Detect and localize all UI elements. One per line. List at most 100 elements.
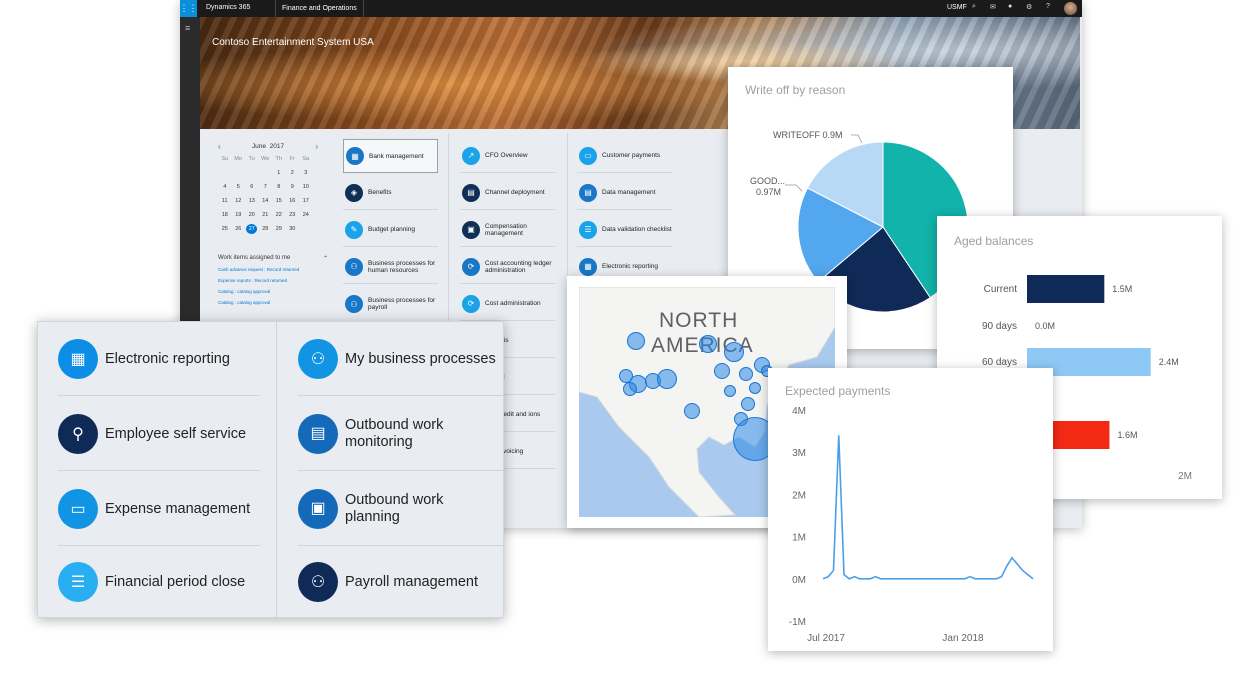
workspace-employee-self-service[interactable]: ⚲ Employee self service (58, 397, 260, 471)
tile-customer-payments[interactable]: ▭ Customer payments (577, 139, 672, 173)
calendar-day[interactable]: 6 (245, 182, 259, 192)
calendar-day[interactable]: 2 (286, 168, 300, 178)
tile-bank-management[interactable]: ▦ Bank management (343, 139, 438, 173)
tile-cost-administration[interactable]: ⟳ Cost administration (460, 287, 555, 321)
calendar-day[interactable]: 27 (246, 224, 258, 234)
pie-label: WRITEOFF 0.9M (773, 130, 843, 140)
benefits-icon: ◈ (345, 183, 363, 202)
avatar[interactable] (1064, 2, 1077, 15)
line-chart: 4M 3M 2M 1M 0M -1MJul 2017 Jan 2018 (789, 406, 1034, 644)
calendar: ‹ June 2017 › Su Mo Tu We Th Fr Sa 1 2 3 4 5 6 7 8 9 10 1… (218, 140, 318, 234)
calendar-day[interactable]: 29 (272, 224, 286, 234)
calendar-day[interactable]: 9 (286, 182, 300, 192)
calendar-day[interactable]: 23 (286, 210, 300, 220)
tile-cost-accounting[interactable]: ⟳ Cost accounting ledger administration (460, 250, 555, 284)
work-item-link[interactable]: Catalog : catalog approval (218, 289, 328, 294)
notification-icon[interactable]: ● (1008, 3, 1012, 10)
workspace-my-business-processes[interactable]: ⚇ My business processes (298, 322, 504, 396)
calendar-day[interactable]: 20 (245, 210, 259, 220)
process-icon: ⚇ (345, 295, 363, 313)
module-label[interactable]: Finance and Operations (275, 0, 364, 17)
workspace-outbound-monitoring[interactable]: ▤ Outbound work monitoring (298, 397, 504, 471)
calendar-day[interactable]: 11 (218, 196, 232, 206)
calendar-day[interactable]: 5 (232, 182, 246, 192)
weekday-label: We (261, 156, 270, 162)
calendar-day[interactable]: 17 (299, 196, 313, 206)
y-tick-label: 3M (792, 448, 806, 459)
work-item-link[interactable]: Expense reports : Record returned (218, 278, 328, 283)
calendar-day[interactable]: 24 (299, 210, 313, 220)
weekday-label: Tu (248, 156, 255, 162)
category-label: 60 days (982, 357, 1017, 368)
next-month-icon[interactable]: › (315, 142, 318, 151)
map-bubble[interactable] (714, 363, 730, 379)
tile-bp-payroll[interactable]: ⚇ Business processes for payroll (343, 287, 438, 321)
tile-channel-deployment[interactable]: ▤ Channel deployment (460, 176, 555, 210)
workspace-payroll-management[interactable]: ⚇ Payroll management (298, 545, 498, 619)
work-item-link[interactable]: Cash advance request : Record returned (218, 267, 328, 272)
map-bubble[interactable] (724, 342, 744, 362)
calendar-day[interactable]: 30 (286, 224, 300, 234)
tile-bp-hr[interactable]: ⚇ Business processes for human resources (343, 250, 438, 284)
tile-benefits[interactable]: ◈ Benefits (343, 176, 438, 210)
expected-payments-card: Expected payments 4M 3M 2M 1M 0M -1M Jul 2017 J… (768, 368, 1053, 651)
calendar-day[interactable]: 1 (272, 168, 286, 178)
process-icon: ⚇ (298, 339, 338, 379)
help-icon[interactable]: ? (1046, 3, 1050, 10)
map-bubble[interactable] (657, 369, 677, 389)
calendar-day[interactable]: 28 (259, 224, 273, 234)
chevron-up-icon[interactable]: ⌃ (323, 255, 328, 262)
calendar-day[interactable]: 10 (299, 182, 313, 192)
map-bubble[interactable] (627, 332, 645, 350)
calendar-day[interactable]: 15 (272, 196, 286, 206)
calendar-day[interactable]: 16 (286, 196, 300, 206)
calendar-day[interactable]: 3 (299, 168, 313, 178)
tile-compensation[interactable]: ▣ Compensation management (460, 213, 555, 247)
map-bubble[interactable] (749, 382, 761, 394)
work-item-link[interactable]: Catalog : catalog approval (218, 300, 328, 305)
calendar-day[interactable]: 12 (232, 196, 246, 206)
message-icon[interactable]: ✉ (990, 3, 996, 11)
app-launcher-icon[interactable]: ⋮⋮ (180, 0, 198, 17)
tile-cfo-overview[interactable]: ↗ CFO Overview (460, 139, 555, 173)
calendar-day[interactable]: 25 (218, 224, 232, 234)
calendar-day[interactable]: 18 (218, 210, 232, 220)
brand-label[interactable]: Dynamics 365 (206, 4, 250, 11)
weekday-label: Mo (234, 156, 243, 162)
search-icon[interactable]: ⌕ (972, 3, 976, 11)
prev-month-icon[interactable]: ‹ (218, 142, 221, 151)
cost-icon: ⟳ (462, 294, 480, 313)
calendar-day[interactable]: 7 (259, 182, 273, 192)
calendar-day[interactable]: 19 (232, 210, 246, 220)
map-bubble[interactable] (739, 367, 753, 381)
calendar-day[interactable]: 26 (232, 224, 246, 234)
weekday-label: Su (221, 156, 229, 162)
calendar-day[interactable]: 22 (272, 210, 286, 220)
weekday-label: Sa (302, 156, 310, 162)
calendar-day[interactable]: 4 (218, 182, 232, 192)
deploy-icon: ▤ (462, 183, 480, 202)
workspace-expense-management[interactable]: ▭ Expense management (58, 472, 260, 546)
gear-icon[interactable]: ⚙ (1026, 3, 1032, 11)
company-picker[interactable]: USMF (947, 4, 967, 11)
map-bubble[interactable] (699, 335, 717, 353)
budget-icon: ✎ (345, 220, 363, 239)
map-bubble[interactable] (724, 385, 736, 397)
tile-budget-planning[interactable]: ✎ Budget planning (343, 213, 438, 247)
workspace-outbound-planning[interactable]: ▣ Outbound work planning (298, 472, 504, 546)
workspace-financial-period-close[interactable]: ☰ Financial period close (58, 545, 258, 619)
calendar-day[interactable]: 13 (245, 196, 259, 206)
calendar-day[interactable]: 14 (259, 196, 273, 206)
calendar-day[interactable]: 8 (272, 182, 286, 192)
tile-data-validation[interactable]: ☰ Data validation checklist (577, 213, 672, 247)
hamburger-icon[interactable]: ≡ (185, 23, 190, 33)
workspace-electronic-reporting[interactable]: ▦ Electronic reporting (58, 322, 260, 396)
map-bubble[interactable] (623, 382, 637, 396)
map-bubble[interactable] (684, 403, 700, 419)
value-label: 1.6M (1117, 430, 1137, 440)
calendar-day[interactable]: 21 (259, 210, 273, 220)
map-bubble[interactable] (741, 397, 755, 411)
pie-label: GOOD... (750, 176, 785, 186)
list-icon: ☰ (58, 562, 98, 602)
tile-data-management[interactable]: ▤ Data management (577, 176, 672, 210)
